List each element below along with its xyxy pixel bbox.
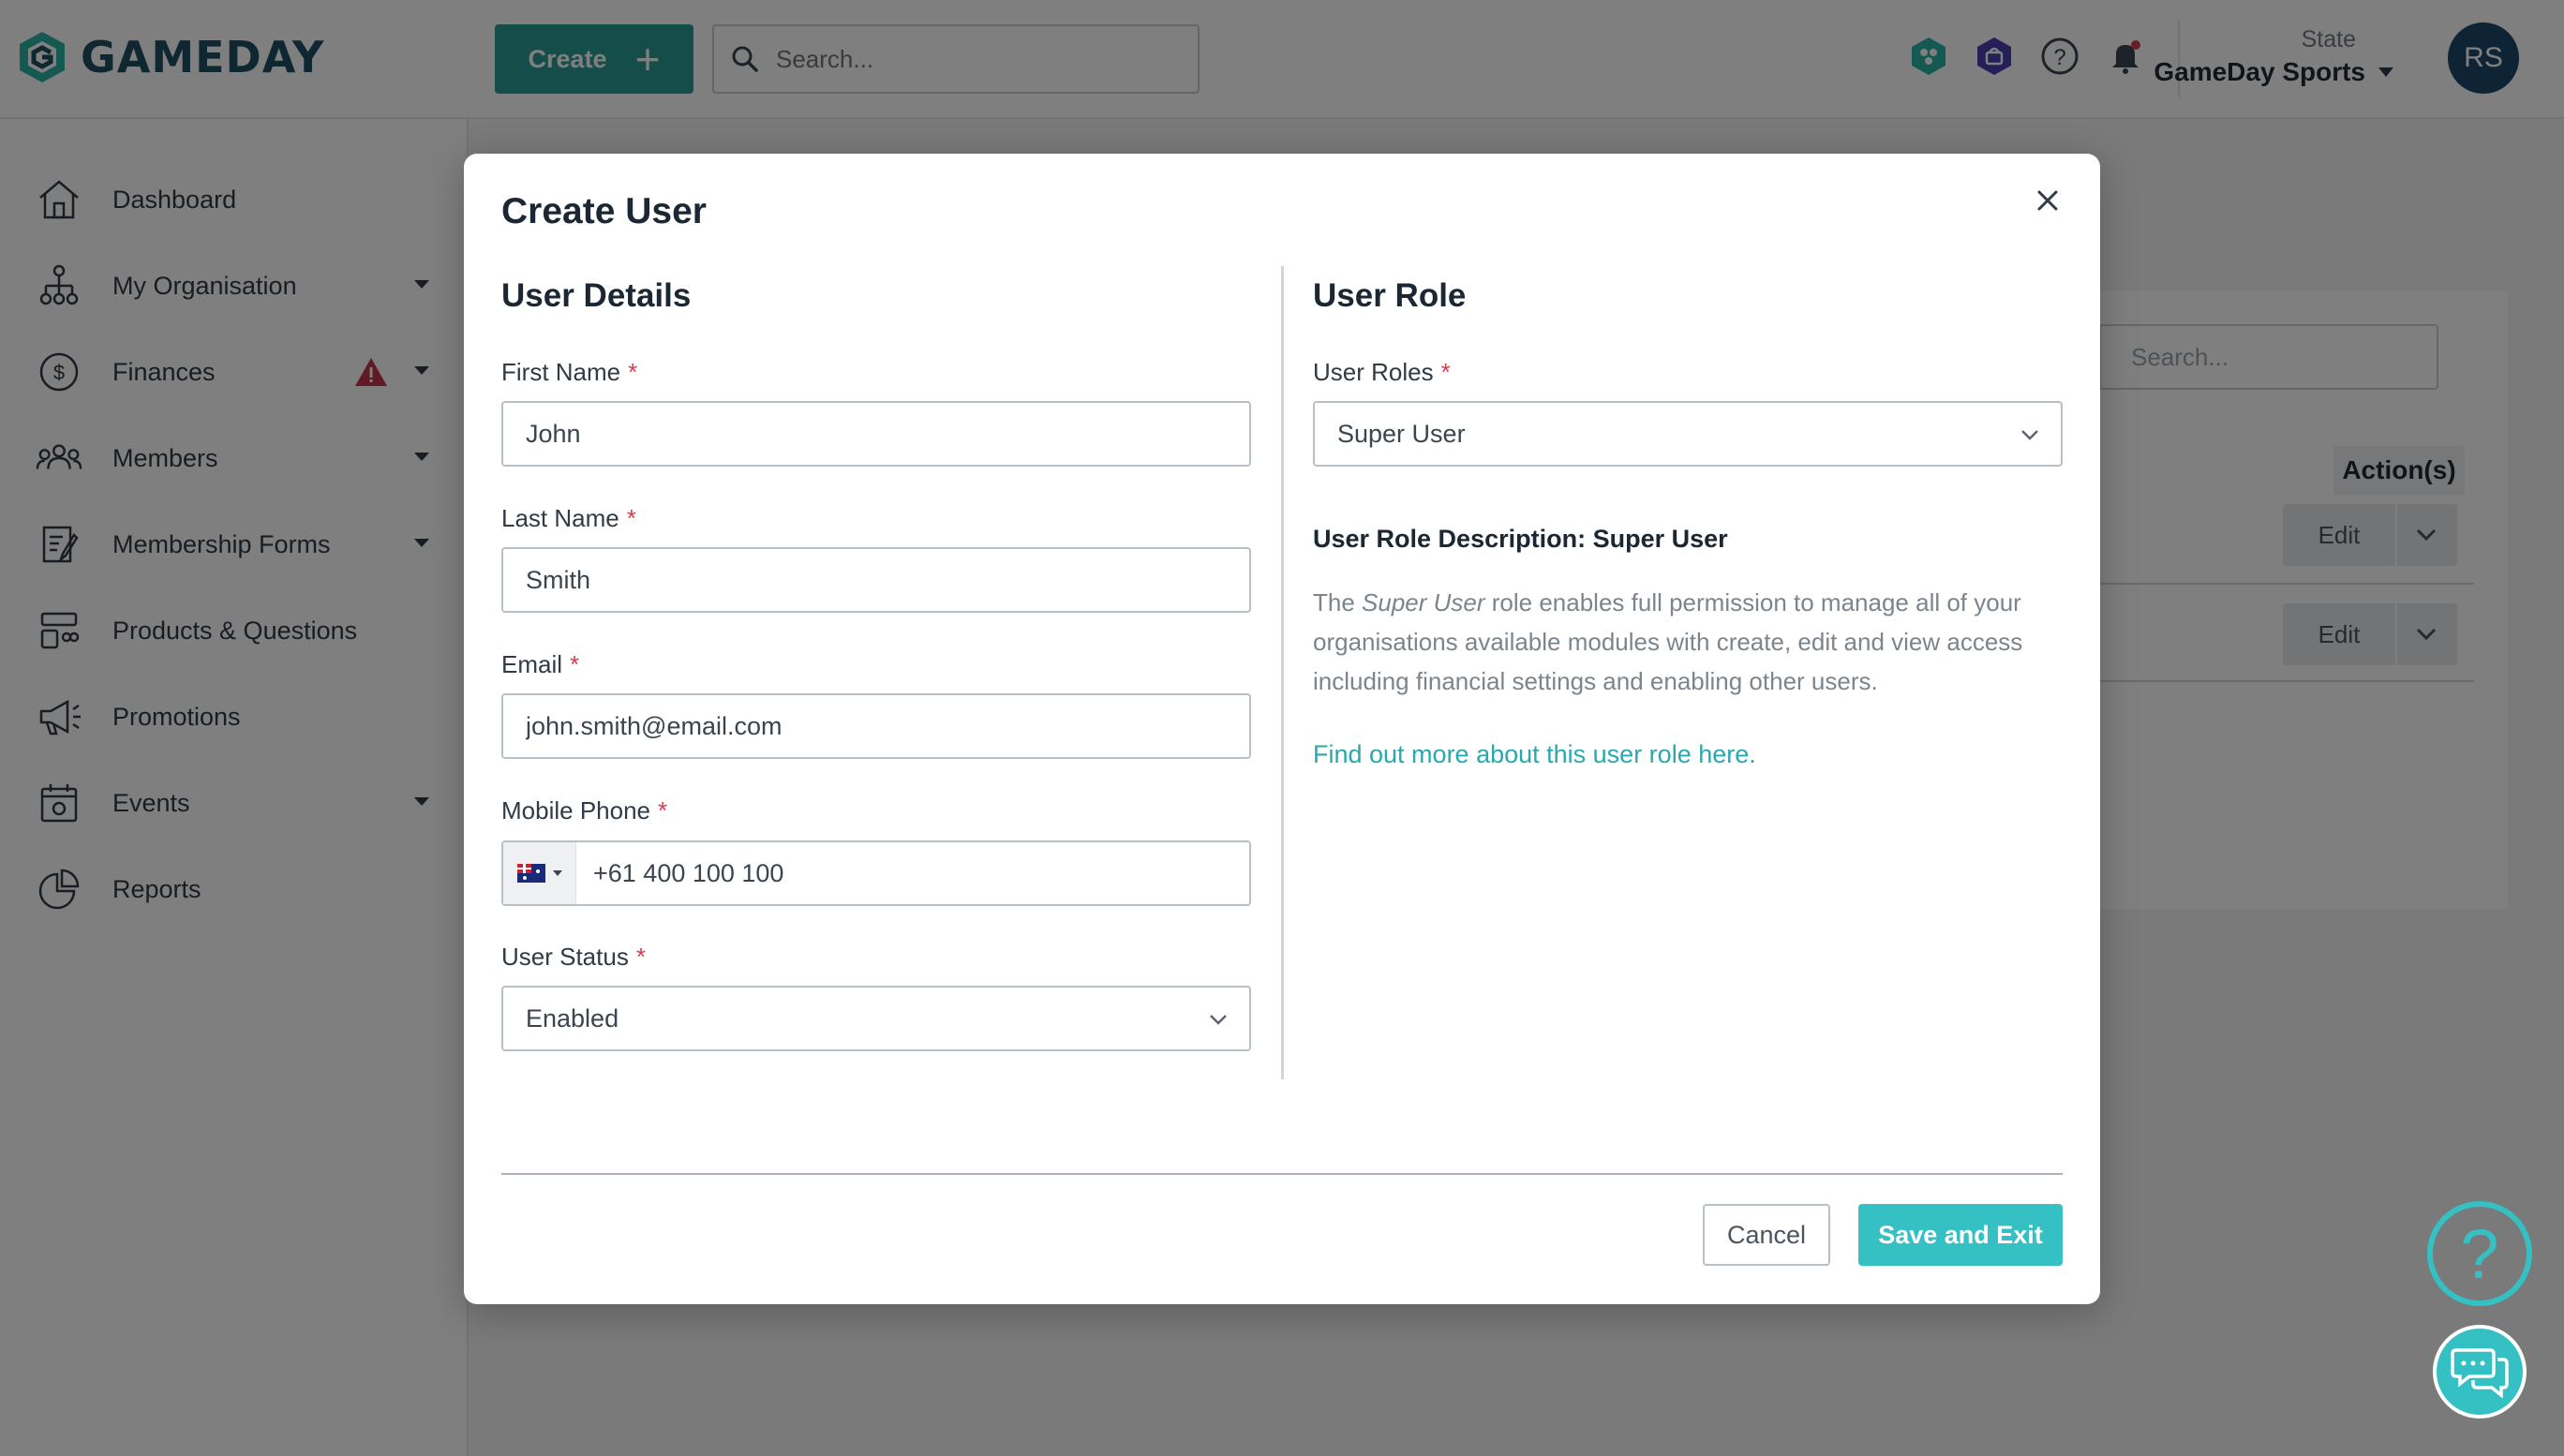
role-description-text: The Super User role enables full permiss… — [1313, 583, 2063, 701]
column-divider — [1281, 266, 1284, 1079]
cancel-button[interactable]: Cancel — [1703, 1204, 1830, 1266]
user-role-heading: User Role — [1313, 277, 1467, 314]
modal-title: Create User — [501, 191, 707, 231]
create-user-modal: Create User User Details First Name* Las… — [464, 154, 2100, 1304]
last-name-input[interactable] — [501, 547, 1251, 613]
mobile-phone-label: Mobile Phone * — [501, 796, 667, 825]
australia-flag-icon — [516, 864, 545, 883]
caret-down-icon — [552, 870, 562, 876]
user-status-select[interactable]: Enabled — [501, 986, 1251, 1051]
first-name-label-text: First Name — [501, 358, 621, 386]
required-marker: * — [1440, 358, 1451, 386]
close-button[interactable] — [2025, 178, 2070, 223]
first-name-label: First Name * — [501, 358, 637, 387]
role-info-link[interactable]: Find out more about this user role here. — [1313, 740, 1756, 769]
required-marker: * — [635, 943, 646, 971]
user-details-heading: User Details — [501, 277, 692, 314]
email-input[interactable] — [501, 693, 1251, 759]
first-name-input[interactable] — [501, 401, 1251, 467]
required-marker: * — [628, 358, 638, 386]
email-label: Email * — [501, 650, 579, 679]
footer-divider — [501, 1173, 2063, 1175]
role-description-prefix: The — [1313, 588, 1363, 617]
country-code-selector[interactable] — [503, 842, 576, 904]
user-roles-label: User Roles * — [1313, 358, 1451, 387]
required-marker: * — [658, 796, 668, 825]
last-name-label-text: Last Name — [501, 504, 619, 532]
user-roles-value: Super User — [1337, 419, 1466, 448]
mobile-phone-field — [501, 840, 1251, 906]
role-description-role: Super User — [1362, 588, 1485, 617]
role-description-title: User Role Description: Super User — [1313, 525, 1728, 553]
chevron-down-icon — [2021, 430, 2038, 440]
email-label-text: Email — [501, 650, 563, 678]
help-fab[interactable]: ? — [2427, 1201, 2532, 1306]
required-marker: * — [626, 504, 636, 532]
mobile-phone-input[interactable] — [576, 858, 1232, 888]
user-status-label-text: User Status — [501, 943, 629, 971]
last-name-label: Last Name * — [501, 504, 636, 533]
user-roles-select[interactable]: Super User — [1313, 401, 2063, 467]
chevron-down-icon — [1210, 1015, 1227, 1025]
chat-fab[interactable] — [2433, 1325, 2527, 1419]
close-icon — [2037, 190, 2058, 211]
user-roles-label-text: User Roles — [1313, 358, 1434, 386]
user-status-label: User Status * — [501, 943, 646, 972]
chat-bubble-icon — [2451, 1348, 2509, 1399]
user-status-value: Enabled — [526, 1003, 619, 1033]
required-marker: * — [570, 650, 580, 678]
mobile-phone-label-text: Mobile Phone — [501, 796, 650, 825]
save-and-exit-button[interactable]: Save and Exit — [1858, 1204, 2063, 1266]
